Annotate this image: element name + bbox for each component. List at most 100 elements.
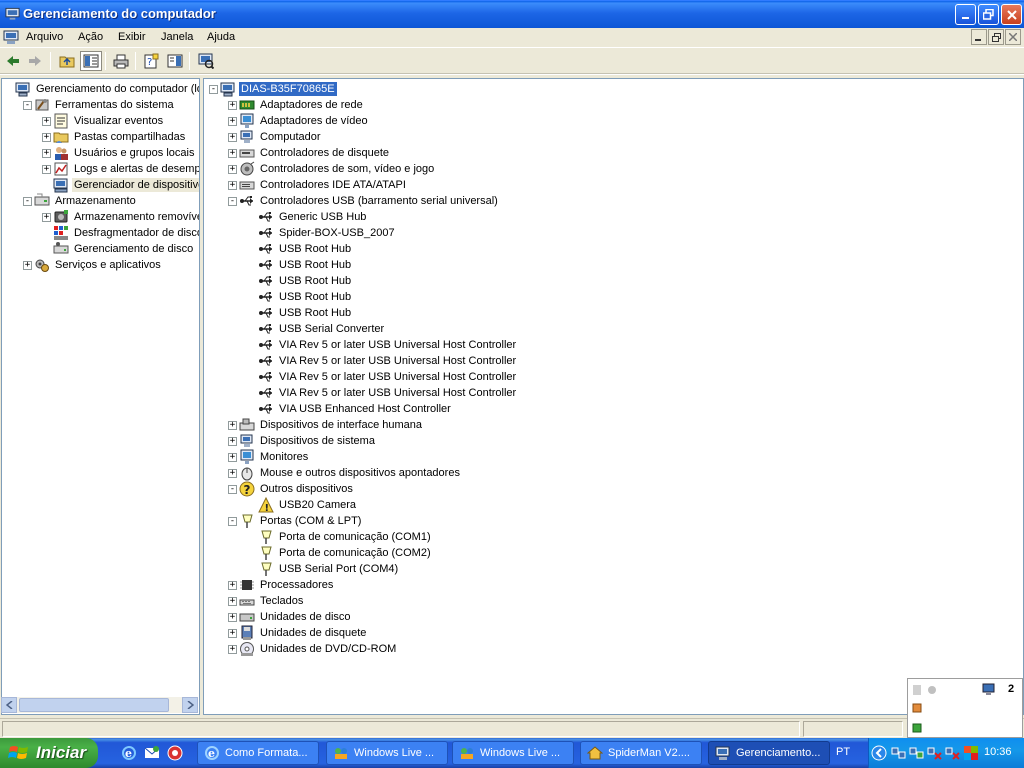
collapse-icon[interactable]: - (228, 484, 237, 494)
expand-icon[interactable]: + (42, 116, 51, 126)
start-button[interactable]: Iniciar (0, 738, 98, 768)
expand-icon[interactable]: + (23, 260, 32, 270)
taskbar-button-windows-live[interactable]: Windows Live ... (452, 741, 574, 765)
help-button[interactable] (164, 51, 186, 71)
tree-item-via-rev-5-or-later-usb-universal-host-controller[interactable]: VIA Rev 5 or later USB Universal Host Co… (247, 353, 518, 369)
tree-item-dispositivos-de-sistema[interactable]: + Dispositivos de sistema (228, 433, 377, 449)
tree-item-spider-box-usb-2007[interactable]: Spider-BOX-USB_2007 (247, 225, 397, 241)
tree-item-via-usb-enhanced-host-controller[interactable]: VIA USB Enhanced Host Controller (247, 401, 453, 417)
menu-janela[interactable]: Janela (161, 31, 193, 43)
expand-icon[interactable]: + (42, 132, 51, 142)
tree-item-controladores-de-som-video-e-jogo[interactable]: + Controladores de som, vídeo e jogo (228, 161, 436, 177)
tree-item-unidades-de-dvd-cd-rom[interactable]: + Unidades de DVD/CD-ROM (228, 641, 398, 657)
expand-icon[interactable]: + (228, 100, 237, 110)
collapse-icon[interactable]: - (23, 196, 32, 206)
horizontal-scrollbar[interactable] (1, 697, 198, 713)
tree-item-outros-dispositivos[interactable]: -? Outros dispositivos (228, 481, 355, 497)
collapse-icon[interactable]: - (209, 84, 218, 94)
tree-item-servicos-e-aplicativos[interactable]: + Serviços e aplicativos (23, 257, 163, 273)
tree-item-armazenamento-removivel[interactable]: + Armazenamento removível (42, 209, 199, 225)
expand-icon[interactable]: + (228, 116, 237, 126)
media-player-icon[interactable] (167, 745, 183, 761)
mdi-minimize-button[interactable] (971, 29, 987, 45)
tree-item-via-rev-5-or-later-usb-universal-host-controller[interactable]: VIA Rev 5 or later USB Universal Host Co… (247, 385, 518, 401)
expand-icon[interactable]: + (228, 628, 237, 638)
tree-item-ferramentas-do-sistema[interactable]: - Ferramentas do sistema (23, 97, 176, 113)
tree-item-controladores-usb-barramento-serial-universal[interactable]: - Controladores USB (barramento serial un… (228, 193, 500, 209)
expand-icon[interactable]: + (228, 436, 237, 446)
expand-icon[interactable]: + (228, 596, 237, 606)
tree-item-usb-root-hub[interactable]: USB Root Hub (247, 305, 353, 321)
mdi-restore-button[interactable] (988, 29, 1004, 45)
tree-item-adaptadores-de-video[interactable]: + Adaptadores de vídeo (228, 113, 370, 129)
taskbar-button-windows-live[interactable]: Windows Live ... (326, 741, 448, 765)
device-tree-pane[interactable]: - DIAS-B35F70865E + Adaptadores de rede + Ada… (203, 78, 1024, 715)
expand-icon[interactable]: + (228, 180, 237, 190)
show-hidden-icons-icon[interactable] (871, 745, 887, 761)
tree-item-portas-com-lpt[interactable]: - Portas (COM & LPT) (228, 513, 363, 529)
tree-item-processadores[interactable]: + Processadores (228, 577, 335, 593)
tree-item-gerenciador-de-dispositivos[interactable]: Gerenciador de dispositivos (42, 177, 199, 193)
tree-item-usb-root-hub[interactable]: USB Root Hub (247, 273, 353, 289)
scroll-left-button[interactable] (1, 697, 17, 713)
tree-item-teclados[interactable]: + Teclados (228, 593, 305, 609)
tree-item-generic-usb-hub[interactable]: Generic USB Hub (247, 209, 368, 225)
menu-exibir[interactable]: Exibir (118, 31, 146, 43)
scan-hardware-button[interactable] (195, 51, 217, 71)
tree-item-armazenamento[interactable]: - Armazenamento (23, 193, 138, 209)
tree-item-adaptadores-de-rede[interactable]: + Adaptadores de rede (228, 97, 365, 113)
forward-button[interactable] (24, 51, 46, 71)
mdi-close-button[interactable] (1005, 29, 1021, 45)
menu-acao[interactable]: Ação (78, 31, 103, 43)
tree-item-visualizar-eventos[interactable]: + Visualizar eventos (42, 113, 165, 129)
expand-icon[interactable]: + (42, 148, 51, 158)
language-indicator[interactable]: PT (836, 746, 850, 758)
security-center-icon[interactable] (963, 745, 979, 761)
expand-icon[interactable]: + (228, 164, 237, 174)
tree-item-usb-root-hub[interactable]: USB Root Hub (247, 241, 353, 257)
expand-icon[interactable]: + (228, 644, 237, 654)
expand-icon[interactable]: + (42, 212, 51, 222)
tree-item-mouse-e-outros-dispositivos-apontadores[interactable]: + Mouse e outros dispositivos apontadores (228, 465, 462, 481)
close-button[interactable] (1001, 4, 1022, 25)
expand-icon[interactable]: + (228, 580, 237, 590)
collapse-icon[interactable]: - (228, 196, 237, 206)
taskbar-button-gerenciamento[interactable]: Gerenciamento... (708, 741, 830, 765)
menu-ajuda[interactable]: Ajuda (207, 31, 235, 43)
minimize-button[interactable] (955, 4, 976, 25)
tray-popup[interactable]: 2 (907, 678, 1023, 738)
network-disconnected-icon[interactable] (945, 745, 961, 761)
tree-item-monitores[interactable]: + Monitores (228, 449, 310, 465)
ie-icon[interactable]: e (121, 745, 137, 761)
expand-icon[interactable]: + (42, 164, 51, 174)
restore-button[interactable] (978, 4, 999, 25)
tree-item-dias-b35f70865e[interactable]: - DIAS-B35F70865E (209, 81, 337, 97)
title-bar[interactable]: Gerenciamento do computador (0, 0, 1024, 28)
expand-icon[interactable]: + (228, 452, 237, 462)
taskbar-button-spiderman-v2[interactable]: SpiderMan V2.... (580, 741, 702, 765)
tree-item-via-rev-5-or-later-usb-universal-host-controller[interactable]: VIA Rev 5 or later USB Universal Host Co… (247, 369, 518, 385)
collapse-icon[interactable]: - (228, 516, 237, 526)
tree-item-computador[interactable]: + Computador (228, 129, 323, 145)
collapse-icon[interactable]: - (23, 100, 32, 110)
tree-item-usb-serial-port-com4[interactable]: USB Serial Port (COM4) (247, 561, 400, 577)
menu-arquivo[interactable]: Arquivo (26, 31, 63, 43)
expand-icon[interactable]: + (228, 132, 237, 142)
up-one-level-button[interactable] (56, 51, 78, 71)
tree-item-desfragmentador-de-disco[interactable]: Desfragmentador de disco (42, 225, 199, 241)
tree-item-logs-e-alertas-de-desempen[interactable]: + Logs e alertas de desempen (42, 161, 199, 177)
outlook-express-icon[interactable] (144, 745, 160, 761)
tree-item-usb20-camera[interactable]: ! USB20 Camera (247, 497, 358, 513)
console-tree-pane[interactable]: Gerenciamento do computador (loca - Ferram… (1, 78, 200, 715)
taskbar-button-como-formata[interactable]: e Como Formata... (197, 741, 319, 765)
properties-button[interactable]: ? (140, 51, 162, 71)
tree-item-pastas-compartilhadas[interactable]: + Pastas compartilhadas (42, 129, 187, 145)
network-connection-icon[interactable] (909, 745, 925, 761)
tree-item-via-rev-5-or-later-usb-universal-host-controller[interactable]: VIA Rev 5 or later USB Universal Host Co… (247, 337, 518, 353)
network-connection-icon[interactable] (891, 745, 907, 761)
tree-item-porta-de-comunicacao-com2[interactable]: Porta de comunicação (COM2) (247, 545, 433, 561)
expand-icon[interactable]: + (228, 420, 237, 430)
tree-item-usb-serial-converter[interactable]: USB Serial Converter (247, 321, 386, 337)
tree-item-dispositivos-de-interface-humana[interactable]: + Dispositivos de interface humana (228, 417, 424, 433)
computer-management-icon[interactable] (3, 30, 19, 45)
